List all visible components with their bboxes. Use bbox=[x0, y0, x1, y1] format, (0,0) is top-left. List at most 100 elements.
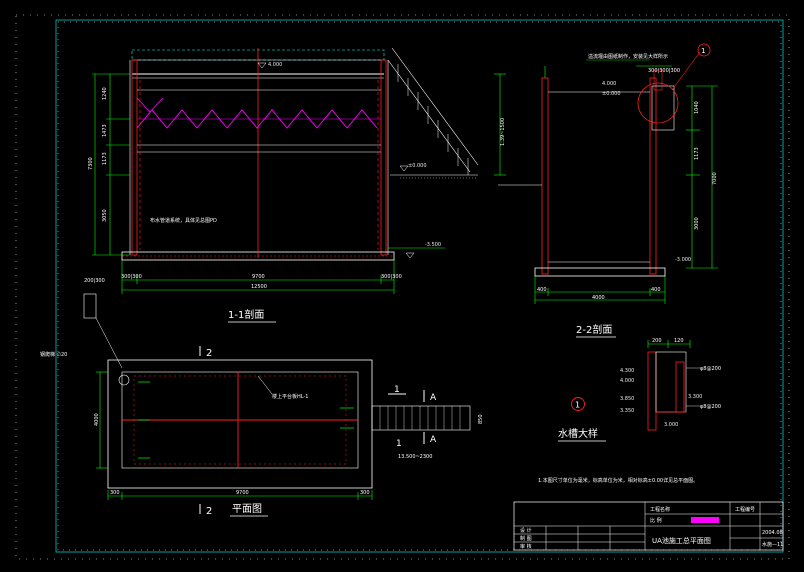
detail-top-dim-1: 200 bbox=[652, 338, 662, 344]
detail-lip bbox=[675, 361, 685, 413]
title-block-design-no: 工程编号 bbox=[735, 506, 755, 513]
plan-dim-left-wall: 300 bbox=[110, 490, 120, 496]
left-wall bbox=[131, 59, 138, 256]
title-block-row-1: 设 计 bbox=[520, 527, 532, 534]
right-wall-2-2 bbox=[649, 77, 657, 275]
detail-trough bbox=[655, 351, 687, 413]
dim-inner-1-1: 9700 bbox=[252, 274, 265, 280]
detail-level-5: 3.000 bbox=[664, 422, 678, 428]
ladder-callout bbox=[118, 374, 130, 386]
callout-text-2-2: 1 bbox=[701, 47, 705, 55]
plan-stair-note-leader bbox=[257, 375, 273, 395]
section-mark-1-right: A bbox=[430, 393, 437, 403]
title-block: 工程名称 工程编号 比 例 UA池施工总平面图 2004.08 水施—11 设 … bbox=[513, 501, 783, 551]
level-top-marker bbox=[257, 62, 267, 69]
level-mid-2-2: ±0.000 bbox=[602, 91, 621, 97]
title-block-row-2: 制 图 bbox=[520, 535, 532, 542]
note-2-2: 溢流堰由图纸制作，安装见大样所示 bbox=[588, 53, 668, 60]
dim-right-2-2-1: 1040 bbox=[694, 101, 700, 114]
detail-wall bbox=[647, 351, 657, 431]
dim-left-2-2: 400 bbox=[537, 287, 547, 293]
level-bottom-2-2: -3.000 bbox=[675, 257, 691, 263]
plan-stair-note: 楼上平台板HL-1 bbox=[272, 393, 308, 400]
cad-drawing: 1240 1473 1173 3050 7300 1:39~1500 9700 … bbox=[15, 14, 790, 560]
detail-rebar-2: φ8@200 bbox=[700, 404, 721, 410]
right-wall bbox=[380, 59, 387, 256]
title-block-project: 工程名称 bbox=[650, 506, 670, 513]
detail-top-dim-2: 120 bbox=[674, 338, 684, 344]
trough-detail: 200 120 4.300 4.000 3.850 3.350 3.000 3.… bbox=[558, 338, 721, 442]
plan-top-left-dim: 200|300 bbox=[84, 278, 105, 284]
detail-callout-text: 1 bbox=[575, 401, 580, 410]
ladder-leader bbox=[95, 317, 123, 369]
left-wall-2-2 bbox=[541, 77, 549, 275]
plan-outer bbox=[107, 359, 373, 489]
dim-wall-left-1-1: 300|300 bbox=[121, 274, 142, 280]
detail-circle-2-2 bbox=[637, 82, 679, 124]
level-top-2-2: 4.000 bbox=[602, 81, 616, 87]
dim-total-1-1: 12500 bbox=[251, 284, 267, 290]
baffle-stub bbox=[136, 97, 164, 113]
section-mark-1b-left: 1 bbox=[396, 439, 402, 449]
plan-stair-length: 13.500~2300 bbox=[398, 454, 432, 460]
dim-left-total: 7300 bbox=[88, 157, 94, 170]
level-bottom-marker bbox=[405, 252, 415, 259]
plan-dim-bottom: 9700 bbox=[236, 490, 249, 496]
plan-stair bbox=[371, 405, 471, 431]
detail-level-6: 3.300 bbox=[688, 394, 702, 400]
dim-top-2-2: 300|300|300 bbox=[648, 68, 680, 74]
detail-rebar-1: φ8@200 bbox=[700, 366, 721, 372]
inner-dotted-frame bbox=[57, 21, 782, 551]
dim-left-2: 1473 bbox=[102, 124, 108, 137]
title-block-date: 2004.08 bbox=[762, 530, 783, 536]
dim-left-4: 3050 bbox=[102, 209, 108, 222]
title-block-drawing-name: UA池施工总平面图 bbox=[652, 536, 711, 545]
title-detail: 水槽大样 bbox=[558, 427, 598, 440]
section-mark-1b-right: A bbox=[430, 435, 437, 445]
general-note-1: 1.本图尺寸单位为毫米，标高单位为米，相对标高±0.00详见总平面图。 bbox=[538, 477, 698, 484]
section-2-2: 1 4000 400 400 300|300|300 1040 1173 300… bbox=[498, 43, 718, 338]
dim-left-3: 1173 bbox=[102, 152, 108, 165]
title-block-highlight bbox=[691, 517, 719, 523]
dim-bottom-2-2: 4000 bbox=[592, 295, 605, 301]
level-ground-marker bbox=[399, 165, 409, 172]
detail-level-2: 4.000 bbox=[620, 378, 634, 384]
dim-right-2-2: 400 bbox=[651, 287, 661, 293]
title-section-2-2: 2-2剖面 bbox=[576, 323, 612, 336]
ladder-detail bbox=[83, 293, 97, 319]
dim-right-2-2-3: 3000 bbox=[694, 217, 700, 230]
dim-right-2-2-total: 7000 bbox=[712, 172, 718, 185]
plan-rebar-note: 钢爬梯 ∅20 bbox=[40, 351, 67, 358]
level-bottom-1-1: -3.500 bbox=[425, 242, 441, 248]
section-mark-2-top: 2 bbox=[206, 348, 212, 359]
dim-wall-right-1-1: 300|300 bbox=[381, 274, 402, 280]
level-top-1-1: 4.000 bbox=[268, 62, 282, 68]
level-ground-1-1: ±0.000 bbox=[408, 163, 427, 169]
plan-stair-treads bbox=[379, 406, 461, 430]
dim-left-1: 1240 bbox=[102, 87, 108, 100]
trough-2-2 bbox=[651, 85, 675, 131]
dim-right-1-1-text: 1:39~1500 bbox=[500, 118, 506, 146]
title-block-sheet-no: 水施—11 bbox=[762, 541, 783, 548]
stair-balusters bbox=[397, 64, 469, 175]
title-plan: 平面图 bbox=[232, 503, 262, 515]
stair-handrail bbox=[391, 47, 479, 166]
stair-stringer bbox=[387, 59, 471, 173]
dim-left-1-1 bbox=[92, 73, 130, 256]
detail-level-3: 3.850 bbox=[620, 396, 634, 402]
base-slab-2-2 bbox=[534, 267, 666, 277]
note-1-1: 布水管道系统，具体见总图PD bbox=[150, 217, 217, 224]
detail-level-4: 3.350 bbox=[620, 408, 634, 414]
cad-drawing-canvas[interactable]: 1240 1473 1173 3050 7300 1:39~1500 9700 … bbox=[0, 0, 804, 572]
plan-dims bbox=[96, 371, 373, 500]
plan-dim-right-wall: 300 bbox=[360, 490, 370, 496]
plan-dim-side: 4000 bbox=[94, 413, 100, 426]
section-1-1: 1240 1473 1173 3050 7300 1:39~1500 9700 … bbox=[88, 47, 506, 323]
plan-stair-width: 850 bbox=[478, 414, 484, 424]
title-block-scale: 比 例 bbox=[650, 517, 662, 524]
section-mark-2-bottom: 2 bbox=[206, 506, 212, 517]
title-block-row-3: 审 核 bbox=[520, 543, 532, 550]
title-section-1-1: 1-1剖面 bbox=[228, 308, 264, 321]
dim-right-2-2-2: 1173 bbox=[694, 147, 700, 160]
detail-level-1: 4.300 bbox=[620, 368, 634, 374]
